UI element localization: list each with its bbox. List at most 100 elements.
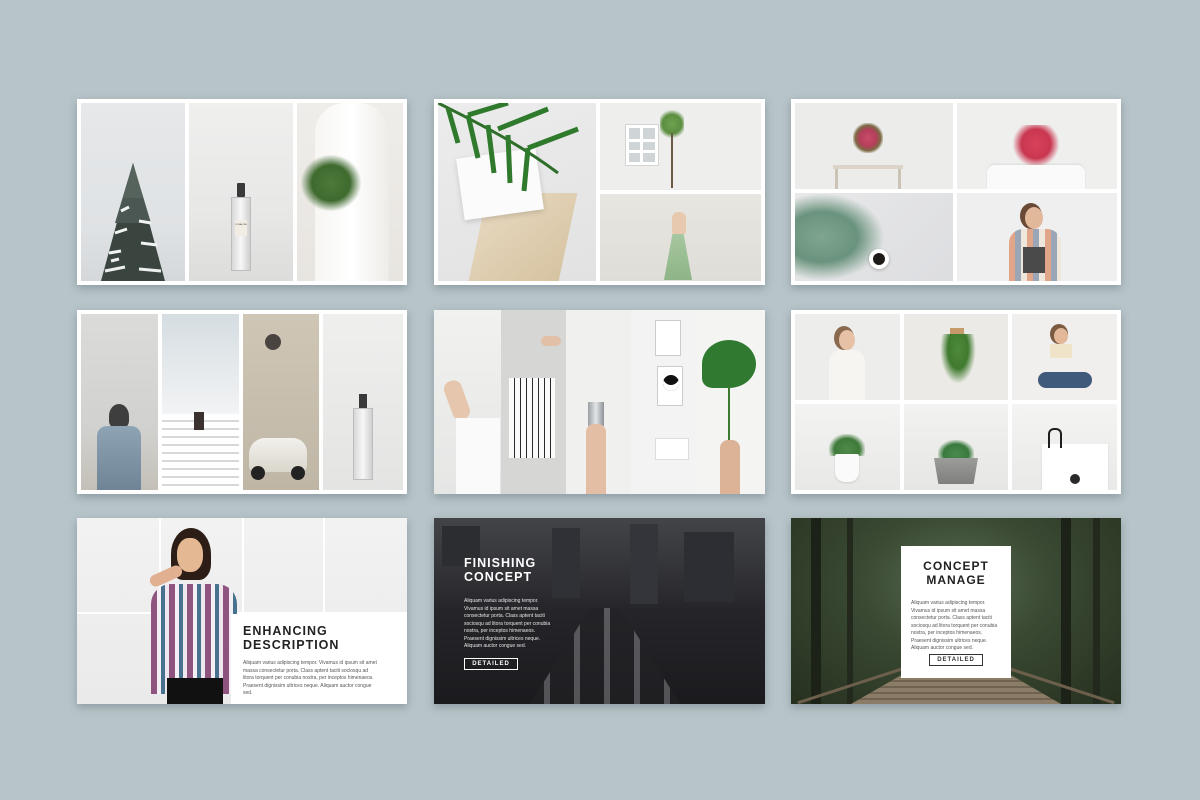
metal-cup-icon xyxy=(588,402,604,426)
photo-stairs-building xyxy=(162,314,239,490)
tree-illustration xyxy=(101,163,165,281)
photo-succulent-concrete-pot xyxy=(904,404,1008,490)
title-line-1: FINISHING xyxy=(464,556,537,570)
book-icon xyxy=(1050,344,1072,358)
coffee-cup-icon xyxy=(869,249,889,269)
arm xyxy=(586,424,606,494)
woman-head xyxy=(1054,328,1068,344)
palm-leaf-icon xyxy=(438,103,579,192)
photo-flowers-on-stool xyxy=(795,103,953,189)
bottle-body xyxy=(353,408,373,480)
bottle-cap-icon xyxy=(237,183,245,197)
jeans-crossed-legs xyxy=(1038,372,1092,388)
slide-body-text: Aliquam varius adipiscing tempor. Vivamu… xyxy=(243,660,377,696)
slide-thumbnail-7[interactable]: ENHANCING DESCRIPTION Aliquam varius adi… xyxy=(77,518,407,704)
photo-monstera-leaf xyxy=(698,310,765,494)
hand xyxy=(720,440,740,494)
white-pot xyxy=(835,454,859,482)
woman-head xyxy=(839,330,855,350)
woman-head xyxy=(1025,207,1043,229)
photo-eucalyptus-coffee xyxy=(795,193,953,281)
photo-window-tree xyxy=(600,103,761,190)
photo-snowy-tree xyxy=(81,103,185,281)
white-top xyxy=(829,350,865,400)
photo-man-beach xyxy=(81,314,158,490)
title-line-1: ENHANCING xyxy=(243,624,328,638)
person-seated xyxy=(194,412,204,430)
detailed-button[interactable]: DETAILED xyxy=(929,654,983,666)
man-hood xyxy=(109,404,129,428)
grid-line-v3 xyxy=(323,518,325,614)
slide-thumbnail-6[interactable] xyxy=(791,310,1121,494)
photo-scooter-wall xyxy=(243,314,319,490)
slide-title: CONCEPT MANAGE xyxy=(901,559,1011,588)
slide-thumbnail-4[interactable] xyxy=(77,310,407,494)
title-line-1: CONCEPT xyxy=(923,559,989,573)
concrete-pot xyxy=(934,458,978,484)
detailed-button[interactable]: DETAILED xyxy=(464,658,518,670)
woman-figure xyxy=(672,212,686,234)
photo-hand-cup xyxy=(566,310,631,494)
bottle-cap-icon xyxy=(359,394,367,408)
fern-leaves xyxy=(301,155,361,211)
slide-body-text: Aliquam varius adipiscing tempor. Vivamu… xyxy=(464,598,551,649)
photo-striped-shirt xyxy=(501,310,566,494)
bottle-label: JO MALONE xyxy=(235,220,247,236)
photo-woman-reading xyxy=(957,193,1117,281)
title-line-2: MANAGE xyxy=(926,572,986,587)
slide-body-text: Aliquam varius adipiscing tempor. Vivamu… xyxy=(911,600,998,651)
red-cactus-icon xyxy=(1013,125,1059,167)
succulent-icon xyxy=(938,440,974,460)
striped-shirt-hanging xyxy=(509,378,555,458)
text-panel: ENHANCING DESCRIPTION Aliquam varius adi… xyxy=(231,614,407,704)
side-table xyxy=(833,165,903,169)
slide-thumbnail-2[interactable] xyxy=(434,99,765,285)
photo-hanging-plant xyxy=(904,314,1008,400)
hand-with-ring xyxy=(441,378,473,422)
photo-woman-green-skirt xyxy=(600,194,761,281)
monstera-leaf-icon xyxy=(702,340,756,388)
photo-hand-ring xyxy=(434,310,501,494)
photo-nursery-posters xyxy=(631,310,698,494)
slide-thumbnail-9[interactable]: CONCEPT MANAGE Aliquam varius adipiscing… xyxy=(791,518,1121,704)
photo-succulent-white-pot xyxy=(795,404,900,490)
succulent-icon xyxy=(829,434,865,456)
window-frame xyxy=(626,125,658,165)
photo-tshirt-palm xyxy=(438,103,596,281)
small-bird-figurine-icon xyxy=(1070,474,1080,484)
denim-jacket xyxy=(97,426,141,490)
lamp-shadow xyxy=(265,334,281,350)
slide-thumbnail-3[interactable] xyxy=(791,99,1121,285)
slide-title: FINISHING CONCEPT xyxy=(464,556,536,585)
photo-perfume-bottle: JO MALONE xyxy=(189,103,293,281)
tree-trunk-right-2 xyxy=(1093,518,1100,704)
photo-binder-clip xyxy=(1012,404,1117,490)
tree-trunk-left-2 xyxy=(847,518,853,704)
title-line-2: DESCRIPTION xyxy=(243,638,340,653)
black-skirt xyxy=(167,678,223,704)
photo-woman-smiling xyxy=(795,314,900,400)
text-card: CONCEPT MANAGE Aliquam varius adipiscing… xyxy=(901,546,1011,678)
hand-holding-hanger xyxy=(541,336,561,346)
slide-thumbnail-5[interactable] xyxy=(434,310,765,494)
tablet-icon xyxy=(1023,247,1045,273)
tree-trunk-right xyxy=(1061,518,1071,704)
slide-thumbnail-8[interactable]: FINISHING CONCEPT Aliquam varius adipisc… xyxy=(434,518,765,704)
poster-panda-icon xyxy=(657,366,683,406)
green-skirt xyxy=(664,234,692,280)
small-nightstand xyxy=(655,438,689,460)
pink-flower-bouquet xyxy=(853,123,883,153)
slide-thumbnail-1[interactable]: JO MALONE xyxy=(77,99,407,285)
title-line-2: CONCEPT xyxy=(464,570,533,585)
photo-woman-with-fern xyxy=(297,103,403,281)
photo-perfume-bottle-2 xyxy=(323,314,403,490)
photo-red-cactus xyxy=(957,103,1117,189)
white-pot xyxy=(987,165,1085,189)
photo-woman-sitting-book xyxy=(1012,314,1117,400)
eucalyptus-branch xyxy=(795,193,885,281)
white-sleeve xyxy=(456,418,500,494)
tree-trunk-left xyxy=(811,518,821,704)
trailing-plant-icon xyxy=(940,334,976,384)
bottle-body: JO MALONE xyxy=(231,197,251,271)
binder-clip-icon xyxy=(1048,428,1062,448)
